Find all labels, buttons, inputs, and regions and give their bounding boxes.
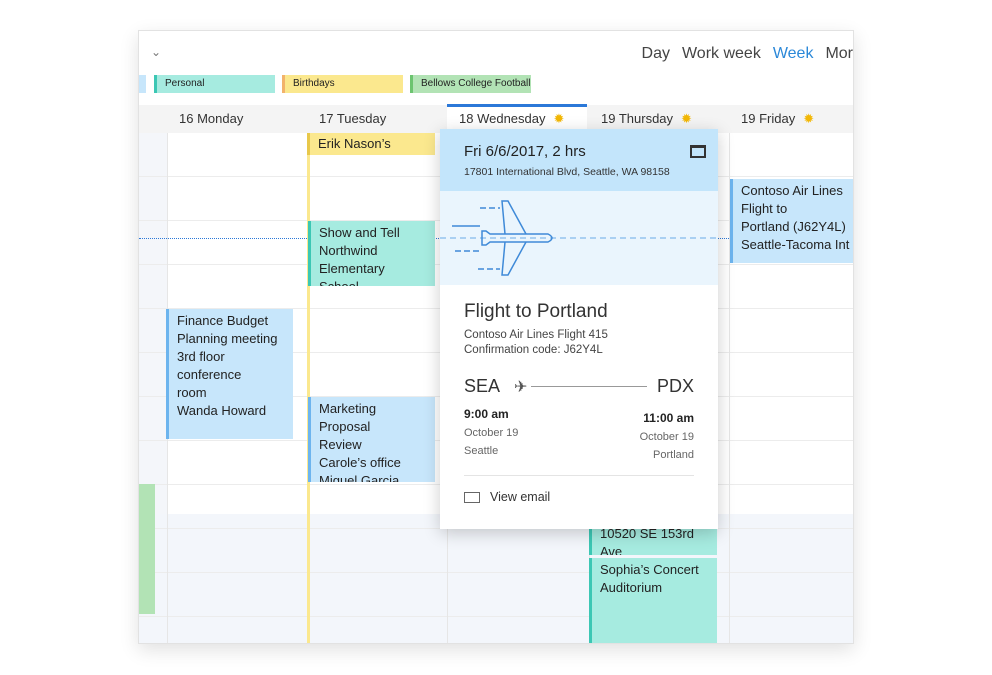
day-header-tuesday[interactable]: 17 Tuesday — [307, 105, 386, 133]
chevron-down-icon[interactable]: ⌄ — [151, 45, 161, 59]
birthday-allday-strip — [307, 133, 310, 643]
category-birthdays[interactable]: Birthdays — [282, 75, 403, 93]
route-line — [531, 386, 647, 387]
view-work-week[interactable]: Work week — [682, 45, 761, 63]
event-popup: Fri 6/6/2017, 2 hrs 17801 International … — [440, 129, 718, 529]
event-finance-budget[interactable]: Finance Budget Planning meeting 3rd floor … — [166, 309, 293, 439]
popup-when: Fri 6/6/2017, 2 hrs — [464, 143, 586, 160]
mail-icon — [464, 491, 480, 503]
event-birthday[interactable]: Erik Nason’s Birthda — [307, 133, 435, 155]
arrival-info: 11:00 am October 19 Portland — [639, 411, 694, 461]
view-day[interactable]: Day — [642, 45, 670, 63]
category-partial[interactable] — [139, 75, 146, 93]
view-week[interactable]: Week — [773, 45, 814, 63]
plane-icon: ✈ — [514, 378, 528, 396]
open-pane-icon[interactable] — [690, 145, 706, 158]
view-month[interactable]: Mor — [825, 45, 853, 63]
event-show-and-tell[interactable]: Show and TellNorthwindElementary School — [308, 221, 435, 286]
event-sophias-concert[interactable]: Sophia’s Concert Auditorium — [589, 558, 717, 643]
sun-icon: ✹ — [803, 111, 815, 126]
popup-where: 17801 International Blvd, Seattle, WA 98… — [464, 166, 670, 178]
event-contoso-flight[interactable]: Contoso Air Lines Flight to Portland (J62Y… — [730, 179, 853, 263]
popup-header: Fri 6/6/2017, 2 hrs 17801 International … — [440, 129, 718, 191]
category-personal[interactable]: Personal — [154, 75, 275, 93]
confirmation-code: Confirmation code: J62Y4L — [464, 344, 603, 356]
sun-icon: ✹ — [553, 111, 565, 126]
popup-title: Flight to Portland — [464, 301, 608, 322]
event-football-partial[interactable] — [139, 484, 155, 614]
view-switcher: Day Work week Week Mor — [642, 45, 853, 63]
sun-icon: ✹ — [681, 111, 692, 126]
airplane-illustration — [440, 191, 718, 285]
view-email-link[interactable]: View email — [464, 490, 694, 504]
event-marketing-proposal[interactable]: Marketing Proposal Review Carole’s office M… — [308, 397, 435, 482]
destination-code: PDX — [656, 376, 694, 396]
category-football[interactable]: Bellows College Football — [410, 75, 531, 93]
airplane-icon — [440, 200, 718, 276]
calendar-window: ⌄ Day Work week Week Mor Personal Birthd… — [138, 30, 854, 644]
flight-number: Contoso Air Lines Flight 415 — [464, 329, 608, 341]
day-header-friday[interactable]: 19 Friday ✹ — [729, 105, 814, 133]
day-header-monday[interactable]: 16 Monday — [167, 105, 243, 133]
origin-code: SEA — [464, 376, 501, 396]
departure-info: 9:00 am October 19 Seattle — [464, 407, 519, 457]
